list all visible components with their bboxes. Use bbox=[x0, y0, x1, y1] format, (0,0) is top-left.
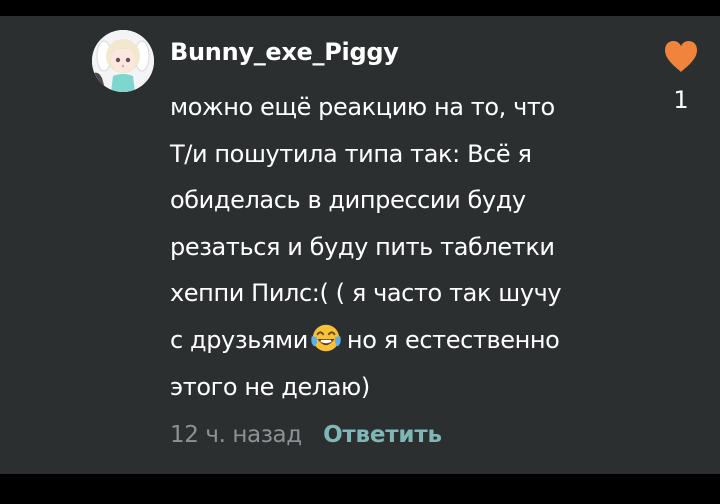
top-bar bbox=[0, 0, 720, 16]
comment-text: можно ещё реакцию на то, что Т/и пошутил… bbox=[170, 84, 640, 410]
comment-line: резаться и буду пить таблетки bbox=[170, 232, 555, 261]
comment-line: с друзьями но я естественно bbox=[170, 317, 640, 364]
like-count: 1 bbox=[673, 86, 689, 114]
bottom-bar bbox=[0, 474, 720, 504]
comment-line: этого не делаю) bbox=[170, 372, 370, 401]
reply-button[interactable]: Ответить bbox=[323, 422, 442, 448]
username[interactable]: Bunny_exe_Piggy bbox=[170, 38, 399, 66]
comment-meta: 12 ч. назад Ответить bbox=[170, 422, 442, 448]
like-button[interactable] bbox=[662, 38, 700, 74]
comment-line-segment: но я естественно bbox=[346, 325, 560, 354]
comment-line: Т/и пошутила типа так: Всё я bbox=[170, 139, 532, 168]
comment-line: хеппи Пилс:( ( я часто так шучу bbox=[170, 279, 562, 308]
comment-line: обиделась в дипрессии буду bbox=[170, 186, 526, 215]
heart-icon bbox=[665, 41, 697, 72]
bunny-avatar-icon bbox=[92, 30, 154, 92]
timestamp: 12 ч. назад bbox=[170, 422, 302, 448]
avatar[interactable] bbox=[92, 30, 154, 92]
comment-line-segment: с друзьями bbox=[170, 325, 308, 354]
face-with-tears-of-joy-icon bbox=[311, 324, 341, 352]
comment-line: можно ещё реакцию на то, что bbox=[170, 93, 555, 121]
